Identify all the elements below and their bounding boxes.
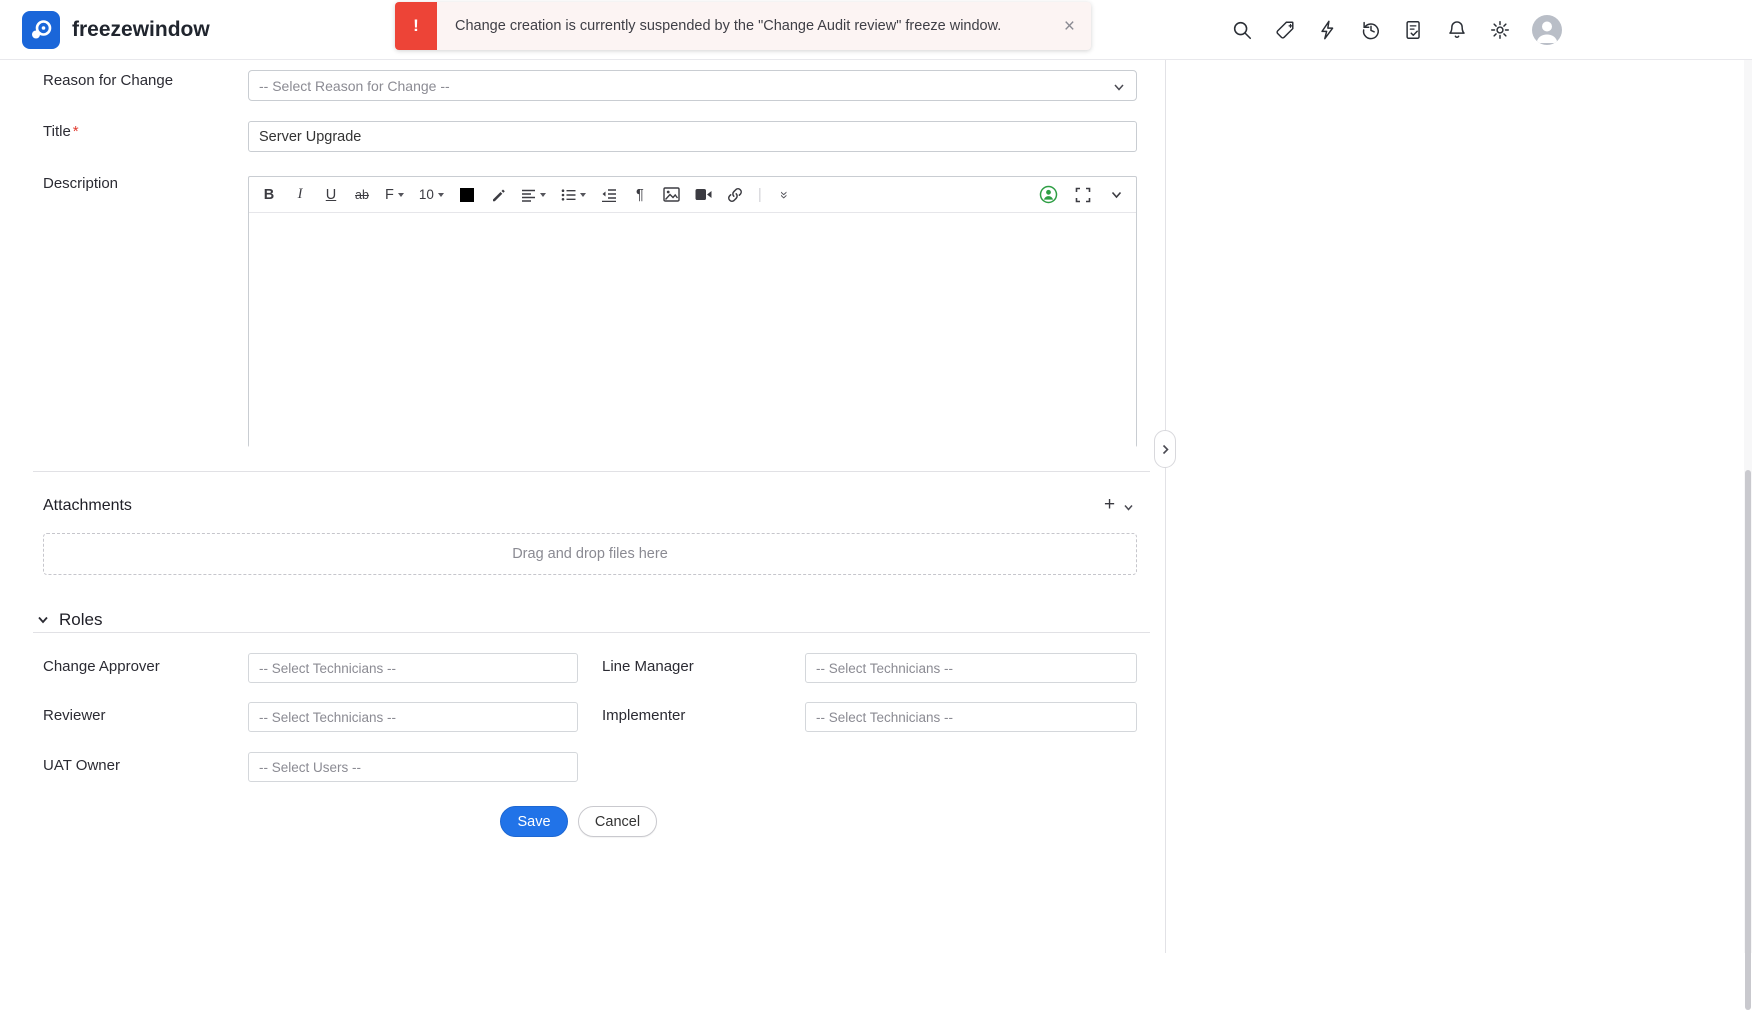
app-name: freezewindow	[72, 18, 210, 41]
insert-video-icon[interactable]	[695, 184, 712, 206]
implementer-input[interactable]	[805, 702, 1137, 732]
release-tag-icon[interactable]	[1274, 19, 1296, 41]
vertical-scrollbar[interactable]	[1744, 60, 1752, 1010]
line-manager-input[interactable]	[805, 653, 1137, 683]
top-bar: freezewindow ! Change creation is curren…	[0, 0, 1752, 60]
dropzone-text: Drag and drop files here	[512, 546, 668, 562]
more-tools-icon[interactable]: »	[777, 184, 793, 206]
roles-chevron-icon	[38, 616, 48, 624]
uat-owner-label: UAT Owner	[43, 757, 120, 774]
add-attachment-icon[interactable]: +	[1104, 495, 1115, 514]
font-color-icon[interactable]	[459, 184, 475, 206]
description-textarea[interactable]	[249, 213, 1136, 447]
insert-link-icon[interactable]	[727, 184, 743, 206]
description-editor: B I U ab F 10 ¶ | »	[248, 176, 1137, 447]
insert-image-icon[interactable]	[663, 184, 680, 206]
app-brand[interactable]: freezewindow	[22, 11, 210, 49]
alert-icon: !	[395, 2, 437, 50]
reviewer-label: Reviewer	[43, 707, 106, 724]
chevron-down-icon	[1112, 80, 1126, 99]
search-icon[interactable]	[1231, 19, 1253, 41]
highlight-pen-icon[interactable]	[490, 184, 506, 206]
change-approver-input[interactable]	[248, 653, 578, 683]
roles-title: Roles	[59, 610, 103, 629]
file-dropzone[interactable]: Drag and drop files here	[43, 533, 1137, 575]
avatar[interactable]	[1532, 15, 1562, 45]
italic-icon[interactable]: I	[292, 184, 308, 206]
underline-icon[interactable]: U	[323, 184, 339, 206]
toolbar-expand-icon[interactable]	[1108, 184, 1124, 206]
font-size-icon[interactable]: 10	[419, 184, 444, 206]
roles-section-toggle[interactable]: Roles	[36, 610, 102, 630]
reason-for-change-select[interactable]: -- Select Reason for Change --	[248, 70, 1137, 101]
save-button[interactable]: Save	[500, 806, 568, 837]
paragraph-icon[interactable]: ¶	[632, 184, 648, 206]
toolbar-separator: |	[757, 186, 762, 203]
right-panel-toggle[interactable]	[1154, 430, 1176, 468]
strikethrough-icon[interactable]: ab	[354, 184, 370, 206]
mention-user-icon[interactable]	[1039, 184, 1058, 206]
attachments-title: Attachments	[43, 497, 132, 514]
history-icon[interactable]	[1360, 19, 1382, 41]
align-icon[interactable]	[521, 184, 546, 206]
attachments-chevron-icon[interactable]	[1122, 501, 1135, 519]
outdent-icon[interactable]	[601, 184, 617, 206]
implementer-label: Implementer	[602, 707, 686, 724]
reviewer-input[interactable]	[248, 702, 578, 732]
notifications-icon[interactable]	[1446, 19, 1468, 41]
title-label: Title *	[43, 123, 79, 140]
fullscreen-icon[interactable]	[1075, 184, 1091, 206]
header-actions	[1231, 0, 1562, 60]
settings-icon[interactable]	[1489, 19, 1511, 41]
cancel-button[interactable]: Cancel	[578, 806, 657, 837]
toast-close-icon[interactable]: ×	[1064, 17, 1075, 36]
freeze-warning-toast: ! Change creation is currently suspended…	[395, 2, 1091, 50]
section-divider	[33, 471, 1150, 472]
list-icon[interactable]	[561, 184, 586, 206]
right-panel-divider	[1165, 60, 1166, 953]
title-input[interactable]	[248, 121, 1137, 152]
chevron-right-icon	[1162, 444, 1169, 454]
line-manager-label: Line Manager	[602, 658, 694, 675]
editor-toolbar: B I U ab F 10 ¶ | »	[249, 177, 1136, 213]
font-family-icon[interactable]: F	[385, 184, 404, 206]
quick-actions-icon[interactable]	[1317, 19, 1339, 41]
description-label: Description	[43, 175, 119, 192]
roles-divider	[33, 632, 1150, 633]
app-logo-icon	[22, 11, 60, 49]
change-approver-label: Change Approver	[43, 658, 160, 675]
required-asterisk: *	[72, 123, 79, 140]
reason-for-change-value: -- Select Reason for Change --	[259, 77, 450, 94]
scrollbar-thumb[interactable]	[1745, 470, 1751, 1010]
toast-message: Change creation is currently suspended b…	[455, 18, 1002, 34]
uat-owner-input[interactable]	[248, 752, 578, 782]
approvals-icon[interactable]	[1403, 19, 1425, 41]
bold-icon[interactable]: B	[261, 184, 277, 206]
reason-for-change-label: Reason for Change	[43, 72, 174, 89]
